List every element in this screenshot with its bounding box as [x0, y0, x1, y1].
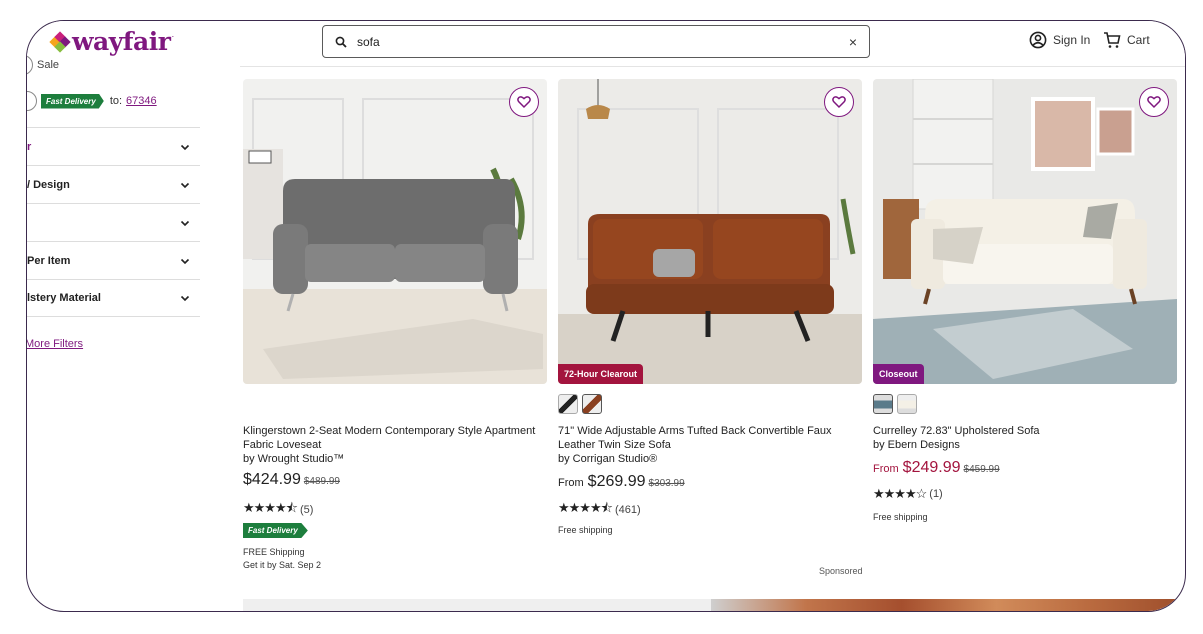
filter-label: / Design	[27, 178, 70, 191]
heart-icon	[1147, 96, 1161, 109]
favorite-button[interactable]	[1139, 87, 1169, 117]
swatch-cream[interactable]	[897, 394, 917, 414]
review-count: (5)	[299, 504, 314, 516]
product-brand: by Wrought Studio™	[243, 453, 345, 465]
chevron-down-icon	[180, 144, 190, 150]
swatch-blue[interactable]	[873, 394, 893, 414]
clear-search-icon[interactable]: ×	[849, 34, 857, 50]
was-price: $303.99	[648, 478, 685, 489]
product-image[interactable]: Closeout	[873, 79, 1177, 384]
filter-style-design[interactable]: / Design	[27, 165, 200, 203]
sponsored-label: Sponsored	[819, 566, 863, 576]
price: $269.99	[587, 473, 646, 490]
closeout-badge: Closeout	[873, 364, 924, 384]
sale-radio[interactable]	[27, 55, 33, 75]
rating-row: ★★★★⯪ (5)	[243, 499, 313, 521]
fast-delivery-badge: Fast Delivery	[243, 523, 308, 538]
favorite-button[interactable]	[824, 87, 854, 117]
heart-icon	[832, 96, 846, 109]
loveseat-image	[243, 79, 547, 384]
shipping-info: Free shipping	[558, 524, 613, 537]
product-brand: by Corrigan Studio®	[558, 453, 658, 465]
product-image[interactable]: 72-Hour Clearout	[558, 79, 862, 384]
filter-unlabeled[interactable]	[27, 203, 200, 241]
fast-delivery-to: to:	[109, 95, 123, 107]
cart-button[interactable]: Cart	[1103, 31, 1150, 49]
product-name: Currelley 72.83" Upholstered Sofa	[873, 425, 1040, 437]
price-row: From $269.99 $303.99	[558, 473, 685, 491]
shipping-text: Free shipping	[558, 525, 613, 535]
from-label: From	[558, 477, 584, 489]
header-divider	[240, 66, 1185, 67]
browser-frame: wayfair · × Sign In Ca	[26, 20, 1186, 612]
zip-code-link[interactable]: 67346	[126, 95, 157, 107]
search-input[interactable]	[357, 34, 849, 49]
filter-label: Per Item	[27, 254, 71, 267]
logo-pinwheel-icon	[49, 30, 71, 53]
color-swatches	[558, 394, 602, 414]
fast-delivery-badge: Fast Delivery	[41, 93, 104, 109]
was-price: $459.99	[963, 464, 1000, 475]
rating-row: ★★★★☆ (1)	[873, 486, 943, 502]
leather-sofa-image	[558, 79, 862, 384]
shipping-text: FREE Shipping	[243, 547, 305, 557]
price: $249.99	[902, 459, 961, 476]
sign-in-button[interactable]: Sign In	[1029, 31, 1090, 49]
sale-filter-option[interactable]: Sale	[27, 55, 60, 75]
price: $424.99	[243, 471, 301, 488]
star-rating: ★★★★☆	[873, 486, 927, 501]
fast-delivery-filter[interactable]: Fast Delivery to: 67346	[27, 91, 157, 111]
star-rating: ★★★★⯪	[243, 500, 298, 515]
fast-delivery-toggle[interactable]	[27, 91, 37, 111]
filter-price-per-item[interactable]: Per Item	[27, 241, 200, 279]
from-label: From	[873, 463, 899, 475]
product-image[interactable]	[243, 79, 547, 384]
more-filters-link[interactable]: More Filters	[27, 338, 83, 350]
product-brand: by Ebern Designs	[873, 439, 960, 451]
price-row: From $249.99 $459.99	[873, 459, 1000, 477]
shipping-info: FREE Shipping Get it by Sat. Sep 2	[243, 546, 321, 572]
heart-icon	[517, 96, 531, 109]
product-name: Klingerstown 2-Seat Modern Contemporary …	[243, 425, 536, 451]
was-price: $489.99	[303, 476, 340, 487]
chevron-down-icon	[180, 220, 190, 226]
review-count: (1)	[929, 488, 943, 500]
filter-label: lstery Material	[27, 292, 101, 304]
cream-sofa-image	[873, 79, 1177, 384]
banner-image	[711, 599, 1185, 611]
product-title[interactable]: 71" Wide Adjustable Arms Tufted Back Con…	[558, 424, 862, 466]
product-title[interactable]: Currelley 72.83" Upholstered Sofa by Ebe…	[873, 424, 1177, 452]
star-rating: ★★★★⯪	[558, 500, 613, 515]
product-name: 71" Wide Adjustable Arms Tufted Back Con…	[558, 425, 832, 451]
chevron-down-icon	[180, 258, 190, 264]
shipping-text: Free shipping	[873, 512, 928, 522]
search-bar[interactable]: ×	[322, 25, 870, 58]
swatch-brown[interactable]	[582, 394, 602, 414]
chevron-down-icon	[180, 182, 190, 188]
filter-upholstery-material[interactable]: lstery Material	[27, 279, 200, 317]
favorite-button[interactable]	[509, 87, 539, 117]
shipping-info: Free shipping	[873, 511, 928, 524]
next-row-banner[interactable]	[243, 599, 1185, 611]
price-row: $424.99 $489.99	[243, 471, 340, 489]
sign-in-label: Sign In	[1053, 33, 1091, 47]
filter-sidebar: Sale Fast Delivery to: 67346 r / Design …	[27, 51, 203, 371]
filter-color[interactable]: r	[27, 127, 200, 165]
sale-label: Sale	[37, 59, 60, 71]
rating-row: ★★★★⯪ (461)	[558, 499, 641, 521]
cart-icon	[1104, 32, 1121, 48]
product-title[interactable]: Klingerstown 2-Seat Modern Contemporary …	[243, 424, 547, 466]
swatch-black[interactable]	[558, 394, 578, 414]
clearout-badge: 72-Hour Clearout	[558, 364, 644, 384]
color-swatches	[873, 394, 917, 414]
filter-label: r	[27, 140, 32, 153]
logo-trademark: ·	[171, 31, 175, 41]
search-icon	[335, 36, 347, 48]
review-count: (461)	[614, 504, 641, 516]
chevron-down-icon	[180, 295, 190, 302]
cart-label: Cart	[1127, 33, 1150, 47]
account-icon	[1029, 31, 1047, 49]
delivery-eta: Get it by Sat. Sep 2	[243, 560, 322, 570]
